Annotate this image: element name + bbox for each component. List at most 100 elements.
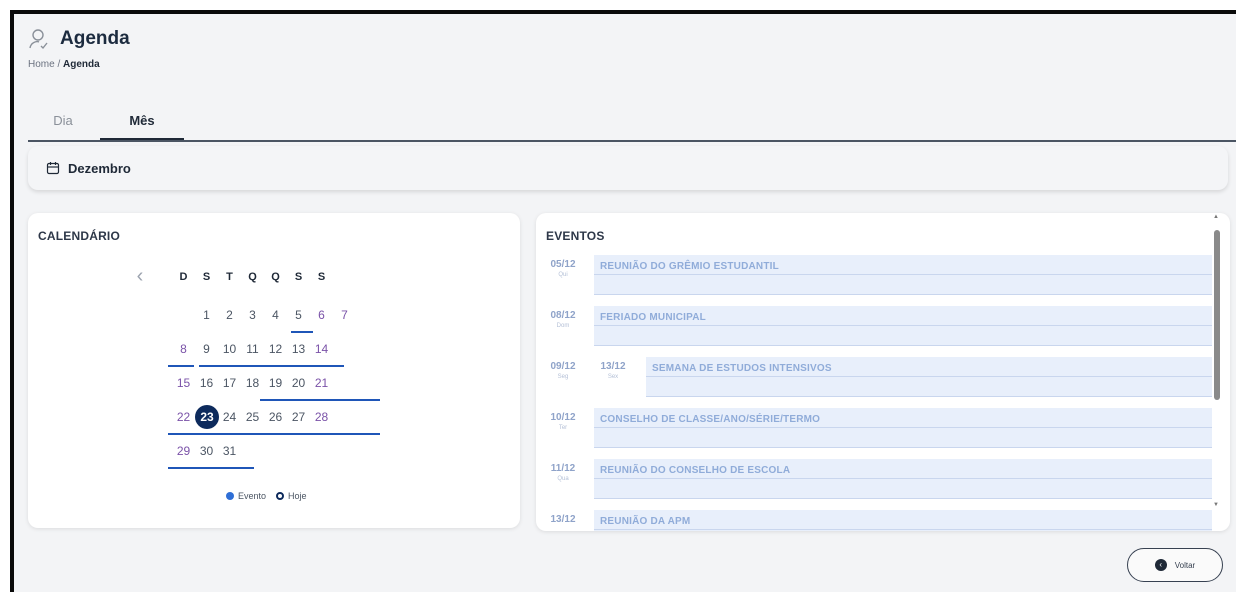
event-bar[interactable]: FERIADO MUNICIPAL <box>594 306 1212 346</box>
page-title: Agenda <box>60 28 130 49</box>
event-start-date: 09/12 <box>550 361 576 372</box>
calendar-day[interactable]: 21 <box>310 369 333 397</box>
calendar-week-3: 15 16 17 18 19 20 21 <box>172 369 380 403</box>
calendar-icon <box>46 162 60 175</box>
event-bar[interactable]: CONSELHO DE CLASSE/ANO/SÉRIE/TERMO <box>594 408 1212 448</box>
event-start-date: 10/12 <box>550 412 576 423</box>
calendar-day[interactable]: 24 <box>218 403 241 431</box>
event-underline <box>168 467 254 469</box>
tab-mes[interactable]: Mês <box>100 102 184 140</box>
calendar-day[interactable]: 5 <box>287 301 310 329</box>
calendar-day[interactable]: 6 <box>310 301 333 329</box>
event-item[interactable]: 13/12 REUNIÃO DA APM <box>546 510 1212 531</box>
calendar-day-today[interactable]: 23 <box>195 403 219 431</box>
calendar-day[interactable]: 29 <box>172 437 195 465</box>
event-bar-divider <box>594 274 1212 275</box>
calendar-day[interactable]: 27 <box>287 403 310 431</box>
event-bar-divider <box>646 376 1212 377</box>
calendar-legend: Evento Hoje <box>226 491 307 501</box>
event-item[interactable]: 11/12 Qua REUNIÃO DO CONSELHO DE ESCOLA <box>546 459 1212 501</box>
event-bar-divider <box>594 325 1212 326</box>
view-tabs: Dia Mês <box>28 102 1236 142</box>
calendar-day[interactable]: 12 <box>264 335 287 363</box>
calendar-day[interactable]: 4 <box>264 301 287 329</box>
calendar-day[interactable]: 2 <box>218 301 241 329</box>
event-item[interactable]: 05/12 Qui REUNIÃO DO GRÊMIO ESTUDANTIL <box>546 255 1212 297</box>
event-end-date: 13/12 <box>600 361 626 372</box>
calendar-day[interactable]: 16 <box>195 369 218 397</box>
breadcrumb-separator: / <box>54 59 64 70</box>
calendar-week-1: 1 2 3 4 5 6 7 <box>172 301 356 335</box>
event-bar-divider <box>594 478 1212 479</box>
calendar-day[interactable]: 19 <box>264 369 287 397</box>
event-start-weekday: Seg <box>557 374 569 380</box>
calendar-day[interactable]: 9 <box>195 335 218 363</box>
calendar-week-2: 8 9 10 11 12 13 14 <box>168 335 356 369</box>
calendar-day[interactable]: 11 <box>241 335 264 363</box>
event-bar[interactable]: SEMANA DE ESTUDOS INTENSIVOS <box>646 357 1212 397</box>
weekday-qua: Q <box>248 271 257 283</box>
event-item[interactable]: 08/12 Dom FERIADO MUNICIPAL <box>546 306 1212 348</box>
today-marker: 23 <box>195 405 219 429</box>
event-bar[interactable]: REUNIÃO DO CONSELHO DE ESCOLA <box>594 459 1212 499</box>
app-frame: Agenda Home / Agenda Dia Mês Dezembro CA… <box>10 10 1236 592</box>
calendar-day[interactable]: 18 <box>241 369 264 397</box>
calendar-day[interactable]: 3 <box>241 301 264 329</box>
calendar-day[interactable]: 8 <box>172 335 195 363</box>
calendar-day[interactable]: 10 <box>218 335 241 363</box>
event-start: 09/12 Seg <box>546 361 580 380</box>
calendar-day[interactable]: 1 <box>195 301 218 329</box>
event-start-weekday: Qui <box>558 272 568 278</box>
month-label: Dezembro <box>68 160 131 176</box>
prev-month-chevron-icon[interactable]: ‹ <box>128 263 152 291</box>
event-name: REUNIÃO DO CONSELHO DE ESCOLA <box>600 465 791 476</box>
event-end-weekday: Sex <box>607 374 619 380</box>
breadcrumb-current: Agenda <box>63 59 100 70</box>
event-bar[interactable]: REUNIÃO DO GRÊMIO ESTUDANTIL <box>594 255 1212 295</box>
events-list: 05/12 Qui REUNIÃO DO GRÊMIO ESTUDANTIL 0… <box>546 255 1212 531</box>
weekday-seg: S <box>202 271 211 283</box>
month-selector[interactable]: Dezembro <box>28 146 1228 190</box>
legend-today-label: Hoje <box>288 491 307 501</box>
calendar-day[interactable]: 13 <box>287 335 310 363</box>
scroll-up-icon[interactable]: ▲ <box>1213 214 1219 220</box>
calendar-day[interactable]: 20 <box>287 369 310 397</box>
page-header: Agenda Home / Agenda <box>28 28 130 70</box>
calendar-day[interactable]: 26 <box>264 403 287 431</box>
event-start: 13/12 <box>546 514 580 527</box>
scrollbar-thumb[interactable] <box>1214 230 1220 400</box>
calendar-day[interactable]: 7 <box>333 301 356 329</box>
weekday-qui: Q <box>271 271 280 283</box>
weekday-sab: S <box>317 271 326 283</box>
event-bar[interactable]: REUNIÃO DA APM <box>594 510 1212 531</box>
calendar-day[interactable]: 22 <box>172 403 195 431</box>
event-start-date: 05/12 <box>550 259 576 270</box>
event-start-weekday: Ter <box>558 425 568 431</box>
back-button-label: Voltar <box>1174 560 1196 570</box>
calendar-day[interactable]: 17 <box>218 369 241 397</box>
calendar-day[interactable]: 25 <box>241 403 264 431</box>
events-scrollbar[interactable]: ▲ ▼ <box>1213 214 1221 514</box>
calendar-day[interactable]: 14 <box>310 335 333 363</box>
event-start-weekday: Dom <box>556 323 570 329</box>
breadcrumb-home[interactable]: Home <box>28 59 55 70</box>
tab-dia[interactable]: Dia <box>28 102 98 140</box>
calendar-week-4: 22 23 24 25 26 27 28 <box>168 403 380 437</box>
event-item[interactable]: 09/12 Seg 13/12 Sex SEMANA DE ESTUDOS IN… <box>546 357 1212 399</box>
calendar-day[interactable]: 30 <box>195 437 218 465</box>
scroll-down-icon[interactable]: ▼ <box>1213 502 1219 508</box>
legend-event-label: Evento <box>238 491 267 501</box>
back-button[interactable]: ‹ Voltar <box>1127 548 1223 582</box>
calendar-day[interactable]: 15 <box>172 369 195 397</box>
calendar-title: CALENDÁRIO <box>38 229 120 243</box>
event-start: 05/12 Qui <box>546 259 580 278</box>
calendar-day[interactable]: 31 <box>218 437 241 465</box>
event-name: REUNIÃO DO GRÊMIO ESTUDANTIL <box>600 261 779 272</box>
event-start-weekday: Qua <box>557 476 569 482</box>
event-item[interactable]: 10/12 Ter CONSELHO DE CLASSE/ANO/SÉRIE/T… <box>546 408 1212 450</box>
calendar-day[interactable]: 28 <box>310 403 333 431</box>
event-underline <box>168 365 194 367</box>
event-name: SEMANA DE ESTUDOS INTENSIVOS <box>652 363 832 374</box>
calendar-card: CALENDÁRIO ‹ D S T Q Q S S 1 2 3 4 5 6 7… <box>28 213 520 528</box>
events-card: EVENTOS 05/12 Qui REUNIÃO DO GRÊMIO ESTU… <box>536 213 1230 531</box>
